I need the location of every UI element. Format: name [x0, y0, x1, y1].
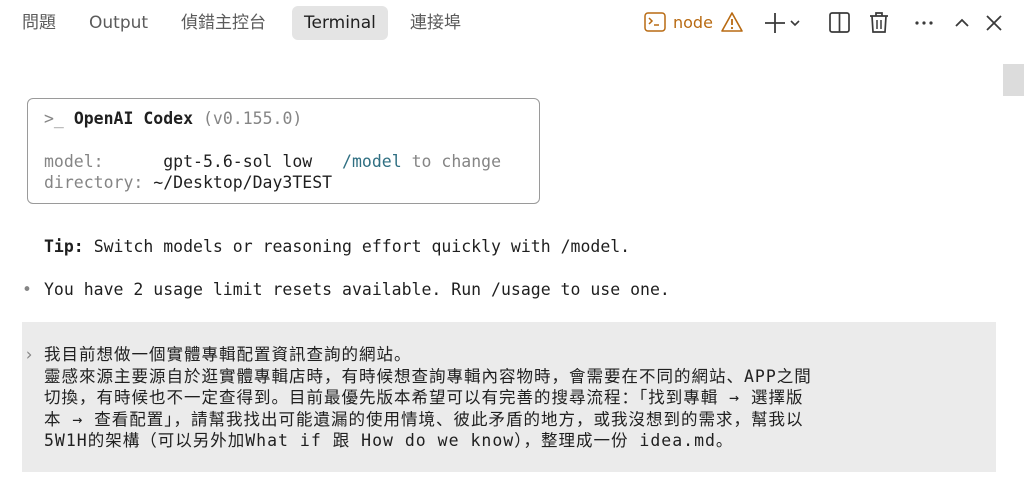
- terminal-name: node: [673, 13, 713, 32]
- prompt-line-5: 5W1H的架構（可以另外加What if 跟 How do we know），整…: [44, 431, 734, 450]
- warning-icon[interactable]: [720, 11, 744, 37]
- tip-line: Tip: Switch models or reasoning effort q…: [44, 236, 630, 258]
- tab-debug-console[interactable]: 偵錯主控台: [181, 6, 266, 40]
- prompt-line-4: 本 → 查看配置」，請幫我找出可能遺漏的使用情境、彼此矛盾的地方，或我沒想到的需…: [44, 410, 804, 429]
- trash-icon[interactable]: [867, 10, 893, 36]
- codex-model-row: model: gpt-5.6-sol low /model to change: [44, 151, 501, 173]
- model-command: /model: [342, 152, 402, 171]
- usage-bullet: •: [22, 280, 32, 299]
- tab-problems[interactable]: 問題: [22, 6, 56, 40]
- terminal-panel: 問題 Output 偵錯主控台 Terminal 連接埠 node >_ Ope…: [0, 0, 1024, 479]
- codex-prompt-glyph: >_: [44, 109, 64, 128]
- prompt-line-3: 切換，有時候也不一定查得到。目前最優先版本希望可以有完善的搜尋流程：「找到專輯 …: [44, 388, 804, 407]
- panel-tab-bar: 問題 Output 偵錯主控台 Terminal 連接埠 node: [0, 0, 1024, 46]
- codex-version: (v0.155.0): [202, 109, 303, 128]
- tip-text: Switch models or reasoning effort quickl…: [93, 237, 631, 256]
- terminal-icon: [644, 12, 666, 36]
- split-icon[interactable]: [827, 10, 853, 36]
- codex-directory-row: directory: ~/Desktop/Day3TEST: [44, 172, 332, 194]
- usage-line: You have 2 usage limit resets available.…: [44, 280, 670, 299]
- chevron-up-icon[interactable]: [949, 10, 975, 36]
- model-hint: to change: [411, 152, 501, 171]
- codex-app-name: OpenAI Codex: [73, 109, 194, 128]
- tab-ports[interactable]: 連接埠: [410, 6, 461, 40]
- model-label: model:: [44, 152, 104, 171]
- tip-label: Tip:: [44, 237, 84, 256]
- tab-output[interactable]: Output: [89, 6, 148, 40]
- prompt-line-2: 靈感來源主要源自於逛實體專輯店時，有時候想查詢專輯內容物時，會需要在不同的網站、…: [44, 367, 812, 386]
- codex-title-row: >_ OpenAI Codex (v0.155.0): [44, 108, 302, 130]
- plus-icon[interactable]: [762, 10, 788, 36]
- tab-terminal[interactable]: Terminal: [292, 6, 388, 40]
- more-icon[interactable]: [911, 10, 937, 36]
- terminal-scrollbar[interactable]: [1003, 64, 1024, 96]
- directory-value: ~/Desktop/Day3TEST: [153, 173, 333, 192]
- model-value: gpt-5.6-sol low: [163, 152, 313, 171]
- chevron-down-icon[interactable]: [788, 10, 802, 36]
- prompt-marker: ›: [24, 345, 34, 364]
- prompt-line-1: 我目前想做一個實體專輯配置資訊查詢的網站。: [44, 345, 412, 364]
- directory-label: directory:: [44, 173, 144, 192]
- close-icon[interactable]: [981, 10, 1007, 36]
